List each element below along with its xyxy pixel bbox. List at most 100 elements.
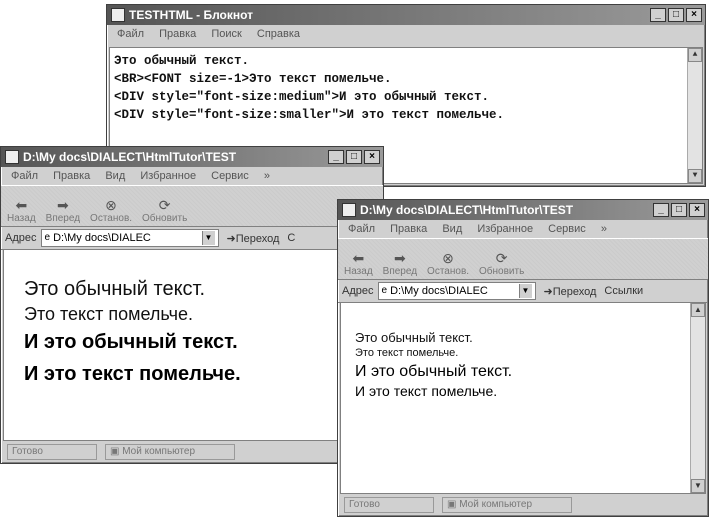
close-button[interactable]: ×	[689, 203, 705, 217]
browser-right-addressbar: Адрес e D:\My docs\DIALEC ▼ ➜Переход Ссы…	[338, 280, 708, 303]
content-line-medium: И это обычный текст.	[355, 363, 513, 380]
browser-left-addressbar: Адрес e D:\My docs\DIALEC ▼ ➜Переход С	[1, 227, 383, 250]
links-label[interactable]: С	[287, 232, 295, 244]
back-label: Назад	[7, 213, 36, 224]
stop-icon: ⊗	[105, 197, 117, 213]
chevron-down-icon[interactable]: ▼	[518, 284, 532, 298]
forward-button[interactable]: ➡ Вперед	[46, 197, 80, 226]
forward-label: Вперед	[45, 213, 81, 224]
content-line-normal: Это обычный текст.	[355, 330, 473, 345]
browser-right-content: Это обычный текст. Это текст помельче. И…	[340, 302, 706, 494]
forward-arrow-icon: ➡	[393, 250, 406, 266]
menu-view[interactable]: Вид	[442, 223, 462, 235]
chevron-down-icon[interactable]: ▼	[201, 231, 215, 245]
status-zone-text: Мой компьютер	[122, 446, 196, 457]
notepad-titlebar[interactable]: TESTHTML - Блокнот _ □ ×	[107, 5, 705, 25]
go-arrow-icon: ➜	[226, 232, 236, 245]
content-line-smaller-div: И это текст помельче.	[355, 383, 498, 399]
forward-button[interactable]: ➡ Вперед	[383, 250, 417, 279]
address-label: Адрес	[5, 232, 37, 244]
notepad-line: Это обычный текст.	[114, 54, 250, 68]
content-line-normal: Это обычный текст.	[24, 278, 206, 300]
go-button[interactable]: ➜Переход	[544, 285, 597, 298]
menu-edit[interactable]: Правка	[53, 170, 90, 182]
content-line-smaller-div: И это текст помельче.	[24, 363, 241, 385]
ie-page-icon	[5, 150, 19, 164]
go-arrow-icon: ➜	[543, 285, 553, 298]
scroll-down-icon[interactable]: ▼	[688, 169, 702, 183]
address-label: Адрес	[342, 285, 374, 297]
refresh-label: Обновить	[142, 213, 188, 224]
more-icon[interactable]: »	[601, 223, 607, 235]
ie-page-icon: e	[381, 285, 388, 296]
refresh-icon: ⟳	[495, 250, 508, 266]
notepad-title: TESTHTML - Блокнот	[129, 8, 254, 22]
ie-page-icon	[342, 203, 356, 217]
browser-right-title: D:\My docs\DIALECT\HtmlTutor\TEST	[360, 203, 574, 217]
menu-file[interactable]: Файл	[11, 170, 38, 182]
maximize-button[interactable]: □	[668, 8, 684, 22]
stop-label: Останов.	[90, 213, 133, 224]
menu-favorites[interactable]: Избранное	[140, 170, 196, 182]
scroll-up-icon[interactable]: ▲	[688, 48, 702, 62]
menu-search[interactable]: Поиск	[211, 28, 241, 40]
scroll-up-icon[interactable]: ▲	[691, 303, 705, 317]
stop-button[interactable]: ⊗ Останов.	[427, 250, 469, 279]
browser-right-titlebar[interactable]: D:\My docs\DIALECT\HtmlTutor\TEST _ □ ×	[338, 200, 708, 220]
back-label: Назад	[344, 266, 373, 277]
back-arrow-icon: ⬅	[15, 197, 28, 213]
browser-left-window: D:\My docs\DIALECT\HtmlTutor\TEST _ □ × …	[0, 146, 384, 464]
stop-icon: ⊗	[442, 250, 454, 266]
menu-view[interactable]: Вид	[105, 170, 125, 182]
minimize-button[interactable]: _	[328, 150, 344, 164]
refresh-label: Обновить	[479, 266, 525, 277]
refresh-button[interactable]: ⟳ Обновить	[479, 250, 524, 279]
ie-page-icon: e	[44, 232, 51, 243]
refresh-icon: ⟳	[158, 197, 171, 213]
scroll-down-icon[interactable]: ▼	[691, 479, 705, 493]
browser-left-titlebar[interactable]: D:\My docs\DIALECT\HtmlTutor\TEST _ □ ×	[1, 147, 383, 167]
minimize-button[interactable]: _	[653, 203, 669, 217]
status-zone-text: Мой компьютер	[459, 499, 533, 510]
browser-right-toolbar: ⬅ Назад ➡ Вперед ⊗ Останов. ⟳ Обновить	[338, 238, 708, 280]
links-label[interactable]: Ссылки	[604, 285, 643, 297]
back-button[interactable]: ⬅ Назад	[344, 250, 373, 279]
browser-right-menubar: Файл Правка Вид Избранное Сервис »	[338, 220, 708, 238]
minimize-button[interactable]: _	[650, 8, 666, 22]
refresh-button[interactable]: ⟳ Обновить	[142, 197, 187, 226]
menu-help[interactable]: Справка	[257, 28, 300, 40]
back-button[interactable]: ⬅ Назад	[7, 197, 36, 226]
go-label: Переход	[552, 285, 597, 298]
menu-tools[interactable]: Сервис	[548, 223, 586, 235]
menu-edit[interactable]: Правка	[390, 223, 427, 235]
more-icon[interactable]: »	[264, 170, 270, 182]
menu-file[interactable]: Файл	[348, 223, 375, 235]
menu-tools[interactable]: Сервис	[211, 170, 249, 182]
status-zone: ▣ Мой компьютер	[442, 497, 572, 513]
browser-left-content: Это обычный текст. Это текст помельче. И…	[3, 249, 381, 441]
menu-favorites[interactable]: Избранное	[477, 223, 533, 235]
address-value: D:\My docs\DIALEC	[390, 285, 488, 297]
go-button[interactable]: ➜Переход	[227, 232, 280, 245]
address-value: D:\My docs\DIALEC	[53, 232, 151, 244]
menu-file[interactable]: Файл	[117, 28, 144, 40]
menu-edit[interactable]: Правка	[159, 28, 196, 40]
stop-button[interactable]: ⊗ Останов.	[90, 197, 132, 226]
notepad-scrollbar[interactable]: ▲ ▼	[687, 48, 702, 183]
browser-left-statusbar: Готово ▣ Мой компьютер	[3, 443, 381, 461]
browser-right-window: D:\My docs\DIALECT\HtmlTutor\TEST _ □ × …	[337, 199, 709, 517]
notepad-line: <DIV style="font-size:medium">И это обыч…	[114, 90, 490, 104]
content-line-medium: И это обычный текст.	[24, 331, 238, 353]
go-label: Переход	[235, 232, 280, 245]
browser-right-statusbar: Готово ▣ Мой компьютер	[340, 496, 706, 514]
address-input[interactable]: e D:\My docs\DIALEC ▼	[40, 229, 219, 247]
browser-right-scrollbar[interactable]: ▲ ▼	[690, 303, 705, 493]
close-button[interactable]: ×	[364, 150, 380, 164]
status-ready: Готово	[7, 444, 97, 460]
browser-left-menubar: Файл Правка Вид Избранное Сервис »	[1, 167, 383, 185]
maximize-button[interactable]: □	[346, 150, 362, 164]
maximize-button[interactable]: □	[671, 203, 687, 217]
back-arrow-icon: ⬅	[352, 250, 365, 266]
close-button[interactable]: ×	[686, 8, 702, 22]
address-input[interactable]: e D:\My docs\DIALEC ▼	[377, 282, 536, 300]
